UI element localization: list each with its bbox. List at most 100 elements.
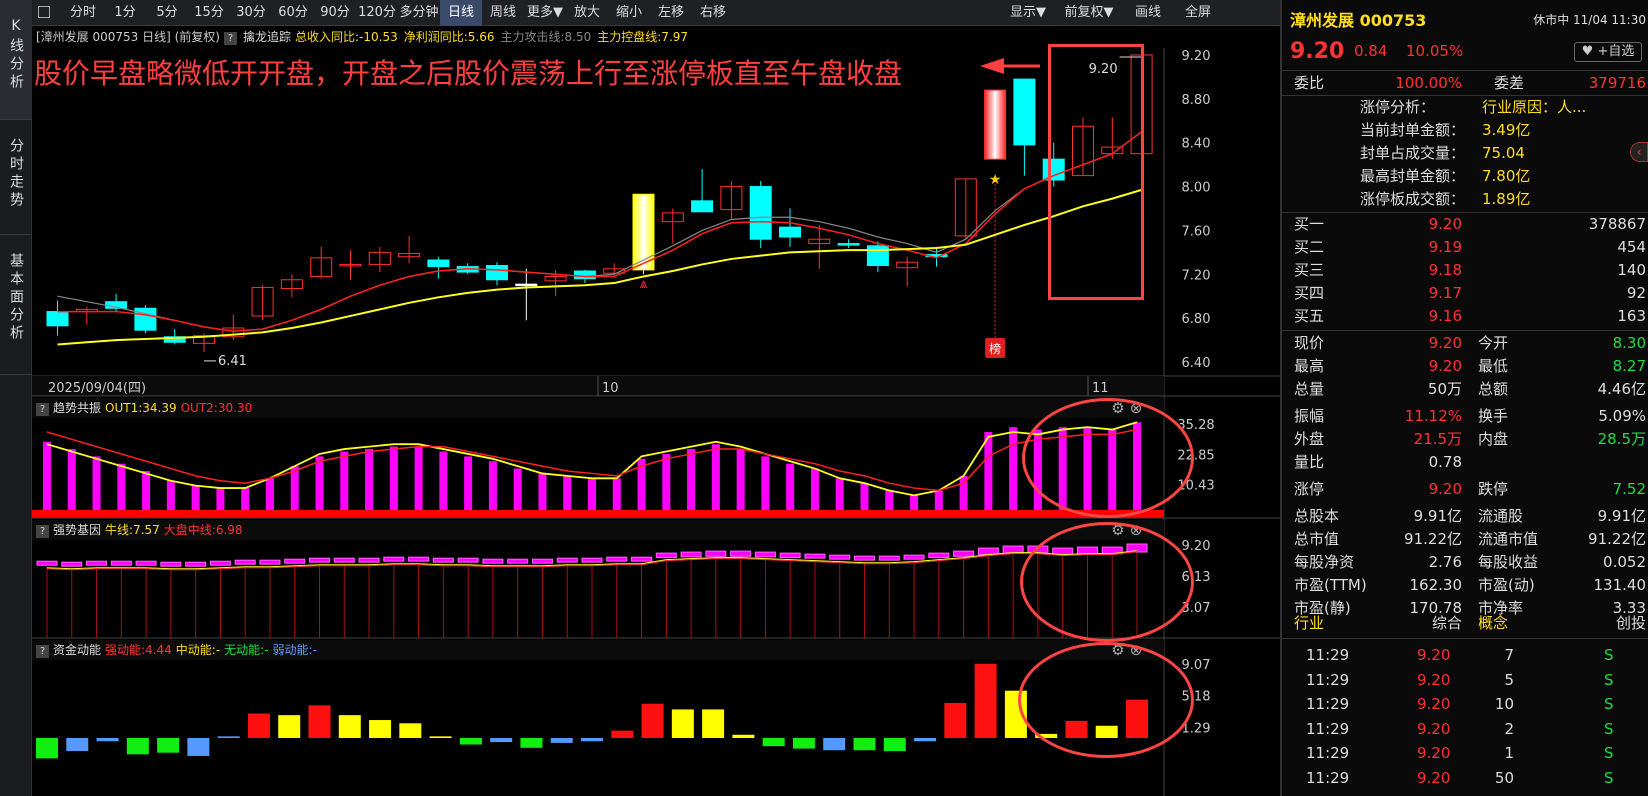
trade-price: 9.20 bbox=[1417, 670, 1451, 689]
trade-row: 11:29 9.20 10 S bbox=[1282, 693, 1648, 716]
trend-bar bbox=[761, 456, 770, 510]
strong-bar bbox=[259, 559, 281, 565]
money-strong: 强动能:4.44 bbox=[105, 643, 172, 657]
stat-value: 9.91亿 bbox=[1597, 507, 1646, 525]
stats-row: 总市值 91.22亿 流通市值 91.22亿 bbox=[1282, 528, 1648, 551]
trade-time: 11:29 bbox=[1306, 719, 1350, 738]
candle-body bbox=[691, 200, 714, 213]
tab-fundamentals[interactable]: 基本面分析 bbox=[0, 235, 32, 375]
stat-value: 9.20 bbox=[1428, 480, 1462, 498]
help-icon[interactable]: ? bbox=[36, 645, 49, 658]
trend-bar bbox=[934, 490, 943, 510]
trend-bar bbox=[389, 446, 398, 510]
stat-value: 0.78 bbox=[1428, 453, 1462, 471]
price-tick-label: 8.80 bbox=[1182, 93, 1211, 108]
toolbar-button-5[interactable]: 60分 bbox=[272, 0, 314, 26]
collapse-arrow-icon[interactable]: ‹ bbox=[1630, 142, 1648, 162]
limit-info-row: 封单占成交量： 75.04 bbox=[1282, 142, 1648, 165]
toolbar-button-0[interactable]: 分时 bbox=[62, 0, 104, 26]
add-watchlist-button[interactable]: ♥ +自选 bbox=[1574, 42, 1642, 62]
strong-bar bbox=[779, 552, 801, 559]
date-label-11: 11 bbox=[1092, 381, 1109, 396]
toolbar-button-15[interactable]: 右移 bbox=[692, 0, 734, 26]
trend-bar bbox=[538, 473, 547, 510]
trend-bar bbox=[786, 463, 795, 510]
limit-info-label: 涨停分析： bbox=[1360, 98, 1436, 116]
toolbar-button-6[interactable]: 90分 bbox=[314, 0, 356, 26]
toolbar-button-11[interactable]: 更多▼ bbox=[524, 0, 566, 26]
candle-body bbox=[779, 226, 801, 238]
toolbar-button-1[interactable]: 1分 bbox=[104, 0, 146, 26]
stat-label: 涨停 bbox=[1294, 480, 1325, 498]
help-icon[interactable]: ? bbox=[36, 525, 49, 538]
money-bar bbox=[459, 738, 482, 745]
bid-label: 买三 bbox=[1294, 261, 1325, 279]
trade-price: 9.20 bbox=[1417, 719, 1451, 738]
bid-volume: 163 bbox=[1617, 307, 1646, 325]
toolbar-right-button-1[interactable]: 前复权▼ bbox=[1058, 0, 1120, 26]
toolbar-button-4[interactable]: 30分 bbox=[230, 0, 272, 26]
trend-out1: OUT1:34.39 bbox=[105, 401, 177, 415]
tab-intraday[interactable]: 分时走势 bbox=[0, 120, 32, 235]
indicator-value-3: 主力控盘线:7.97 bbox=[597, 30, 689, 44]
money-bar bbox=[792, 738, 815, 749]
strong-bar bbox=[531, 558, 553, 564]
strong-bar bbox=[705, 550, 727, 557]
toolbar-right-button-2[interactable]: 画线 bbox=[1126, 0, 1170, 26]
money-weak: 弱动能:- bbox=[272, 643, 317, 657]
annotation-arrow-head bbox=[980, 58, 1004, 74]
strong-bar bbox=[482, 558, 504, 564]
money-mid: 中动能:- bbox=[175, 643, 221, 657]
candle-body bbox=[573, 270, 596, 280]
stat-value: 5.09% bbox=[1598, 407, 1646, 425]
stat-label: 流通股 bbox=[1478, 507, 1524, 525]
toolbar-button-14[interactable]: 左移 bbox=[650, 0, 692, 26]
toolbar-button-8[interactable]: 多分钟 bbox=[398, 0, 440, 26]
strong-bar bbox=[903, 554, 925, 560]
toolbar-button-10[interactable]: 周线 bbox=[482, 0, 524, 26]
industry-label: 行业 bbox=[1294, 614, 1325, 632]
toolbar-button-9[interactable]: 日线 bbox=[440, 0, 482, 26]
trade-time: 11:29 bbox=[1306, 695, 1350, 713]
strong-bar bbox=[408, 556, 430, 562]
strong-bar bbox=[977, 547, 999, 555]
stat-label: 市盈(TTM) bbox=[1294, 576, 1367, 594]
tab-kline-analysis[interactable]: K线分析 bbox=[0, 0, 32, 120]
strong-bar bbox=[507, 558, 529, 564]
limit-info-label: 涨停板成交额： bbox=[1360, 190, 1466, 208]
toolbar-button-13[interactable]: 缩小 bbox=[608, 0, 650, 26]
trend-bar bbox=[488, 461, 497, 510]
help-icon[interactable]: ? bbox=[223, 32, 237, 45]
stat-value: 9.20 bbox=[1428, 357, 1462, 375]
rank-badge-label: 榜 bbox=[989, 341, 1001, 356]
candle-body bbox=[1013, 78, 1036, 146]
limit-info-row: 涨停板成交额： 1.89亿 bbox=[1282, 188, 1648, 211]
left-side-tabs: K线分析 分时走势 基本面分析 bbox=[0, 0, 32, 796]
toolbar-button-2[interactable]: 5分 bbox=[146, 0, 188, 26]
money-bar bbox=[369, 720, 392, 738]
trade-row: 11:29 9.20 50 S bbox=[1282, 767, 1648, 790]
trade-row: 11:29 9.20 2 S bbox=[1282, 718, 1648, 741]
trend-bar bbox=[835, 478, 844, 510]
money-bar bbox=[762, 738, 785, 747]
trend-baseline-band bbox=[32, 510, 1164, 518]
toolbar-button-7[interactable]: 120分 bbox=[356, 0, 398, 26]
toolbar-right-button-0[interactable]: 显示▼ bbox=[1002, 0, 1054, 26]
help-icon[interactable]: ? bbox=[36, 403, 49, 416]
trade-row: 11:29 9.20 1 S bbox=[1282, 742, 1648, 765]
strong-niu-line: 牛线:7.57 bbox=[105, 523, 160, 537]
stat-label: 总量 bbox=[1294, 380, 1325, 398]
trend-bar bbox=[191, 485, 200, 510]
toolbar-right-button-3[interactable]: 全屏 bbox=[1176, 0, 1220, 26]
strong-bar bbox=[829, 554, 851, 560]
trend-out2: OUT2:30.30 bbox=[180, 401, 253, 415]
panel-toggle-button[interactable] bbox=[32, 0, 56, 26]
stat-value: 9.91亿 bbox=[1413, 507, 1462, 525]
trend-bar bbox=[662, 453, 671, 510]
money-bar bbox=[702, 709, 725, 738]
money-bar bbox=[278, 715, 301, 738]
toolbar-button-12[interactable]: 放大 bbox=[566, 0, 608, 26]
stat-value: 8.30 bbox=[1612, 334, 1646, 352]
stat-value: 91.22亿 bbox=[1588, 530, 1646, 548]
toolbar-button-3[interactable]: 15分 bbox=[188, 0, 230, 26]
